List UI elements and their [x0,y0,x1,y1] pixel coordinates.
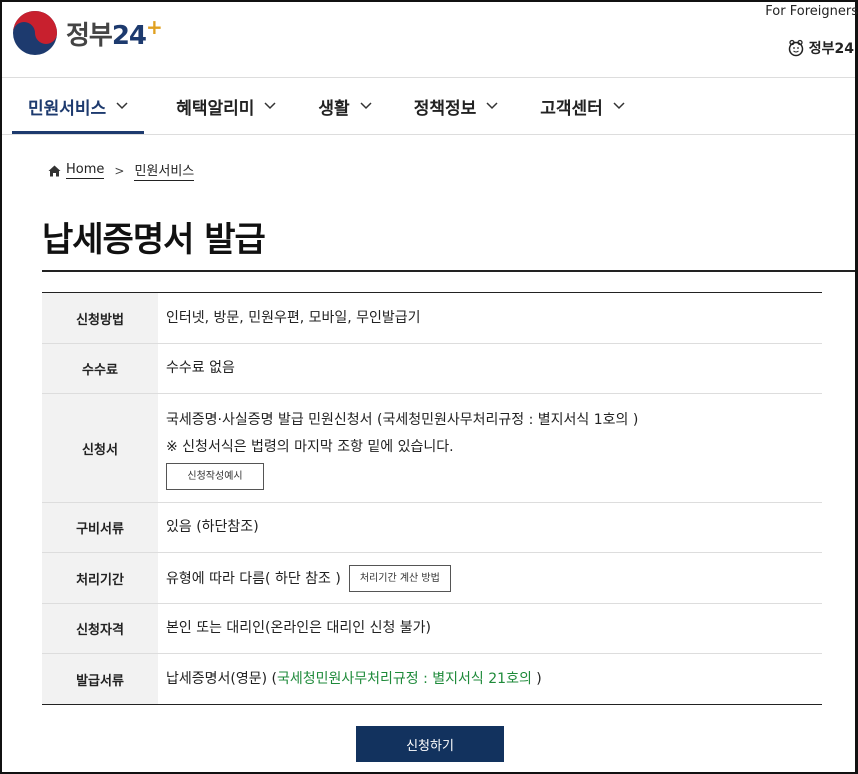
gov24-link-label: 정부24 [808,41,854,57]
table-row: 수수료 수수료 없음 [42,344,822,394]
nav-label: 고객센터 [540,98,603,119]
taegeuk-logo-icon [13,11,57,55]
chevron-down-icon [613,102,625,110]
chevron-down-icon [360,102,372,110]
nav-item-policy[interactable]: 정책정보 [398,78,515,134]
table-row: 처리기간 유형에 따라 다름( 하단 참조 ) 처리기간 계산 방법 [42,553,822,604]
period-calc-button[interactable]: 처리기간 계산 방법 [348,564,451,592]
nav-label: 혜택알리미 [176,98,255,119]
row-value-docs: 있음 (하단참조) [158,503,822,552]
row-header-eligibility: 신청자격 [42,604,158,653]
site-logo[interactable]: 정부24+ [12,10,163,56]
row-header-fee: 수수료 [42,344,158,393]
form-line-1: 국세증명·사실증명 발급 민원신청서 (국세청민원사무처리규정 : 별지서식 1… [166,411,639,428]
row-value-form: 국세증명·사실증명 발급 민원신청서 (국세청민원사무처리규정 : 별지서식 1… [158,394,822,502]
row-header-form: 신청서 [42,394,158,502]
table-row: 구비서류 있음 (하단참조) [42,503,822,553]
page-title: 납세증명서 발급 [42,220,266,260]
row-header-docs: 구비서류 [42,503,158,552]
row-header-output: 발급서류 [42,654,158,704]
output-value: 납세증명서(영문) (국세청민원사무처리규정 : 별지서식 21호의 ) [166,666,814,693]
apply-button[interactable]: 신청하기 [356,726,504,762]
row-value-eligibility: 본인 또는 대리인(온라인은 대리인 신청 불가) [158,604,822,653]
nav-label: 생활 [318,98,350,119]
period-value: 유형에 따라 다름( 하단 참조 ) [166,571,341,587]
nav-label: 민원서비스 [28,98,107,119]
nav-divider [2,134,855,135]
breadcrumb-current[interactable]: 민원서비스 [134,160,195,181]
gov24-character-icon [788,39,803,57]
main-nav: 민원서비스 혜택알리미 생활 정책정보 고객센터 [12,78,641,134]
service-info-table: 신청방법 인터넷, 방문, 민원우편, 모바일, 무인발급기 수수료 수수료 없… [42,292,822,705]
breadcrumb: Home > 민원서비스 [48,160,195,181]
fee-value: 수수료 없음 [166,360,235,376]
nav-label: 정책정보 [413,98,477,119]
logo-text: 정부24+ [66,14,163,51]
breadcrumb-separator: > [114,163,125,178]
nav-item-civil-service[interactable]: 민원서비스 [12,78,145,134]
table-row: 신청자격 본인 또는 대리인(온라인은 대리인 신청 불가) [42,604,822,654]
output-prefix: 납세증명서(영문) ( [166,670,277,687]
nav-item-customer-center[interactable]: 고객센터 [524,78,641,134]
table-row: 신청방법 인터넷, 방문, 민원우편, 모바일, 무인발급기 [42,293,822,344]
nav-item-life[interactable]: 생활 [302,78,387,134]
row-value-fee: 수수료 없음 [158,344,822,393]
chevron-down-icon [264,102,276,110]
output-regulation-link[interactable]: 국세청민원사무처리규정 : 별지서식 21호의 [277,671,532,687]
docs-value: 있음 (하단참조) [166,519,259,535]
home-icon [48,165,61,176]
for-foreigners-link[interactable]: For Foreigners [765,4,858,19]
example-form-button[interactable]: 신청작성예시 [166,462,264,490]
form-line-2: ※ 신청서식은 법령의 마지막 조항 밑에 있습니다. [166,438,454,455]
breadcrumb-home[interactable]: Home [66,162,105,179]
row-value-output: 납세증명서(영문) (국세청민원사무처리규정 : 별지서식 21호의 ) [158,654,822,704]
chevron-down-icon [486,102,498,110]
eligibility-value: 본인 또는 대리인(온라인은 대리인 신청 불가) [166,620,432,636]
output-suffix: ) [531,670,542,687]
chevron-down-icon [116,102,128,110]
nav-item-benefits[interactable]: 혜택알리미 [160,78,292,134]
row-value-method: 인터넷, 방문, 민원우편, 모바일, 무인발급기 [158,293,822,343]
table-row: 신청서 국세증명·사실증명 발급 민원신청서 (국세청민원사무처리규정 : 별지… [42,394,822,503]
title-underline [42,270,855,272]
row-header-method: 신청방법 [42,293,158,343]
row-header-period: 처리기간 [42,553,158,603]
row-value-period: 유형에 따라 다름( 하단 참조 ) 처리기간 계산 방법 [158,553,822,603]
method-value: 인터넷, 방문, 민원우편, 모바일, 무인발급기 [166,309,421,326]
gov24-link[interactable]: 정부24 [787,38,854,58]
site-header: 정부24+ For Foreigners 정부24 [0,0,858,78]
table-row: 발급서류 납세증명서(영문) (국세청민원사무처리규정 : 별지서식 21호의 … [42,654,822,705]
